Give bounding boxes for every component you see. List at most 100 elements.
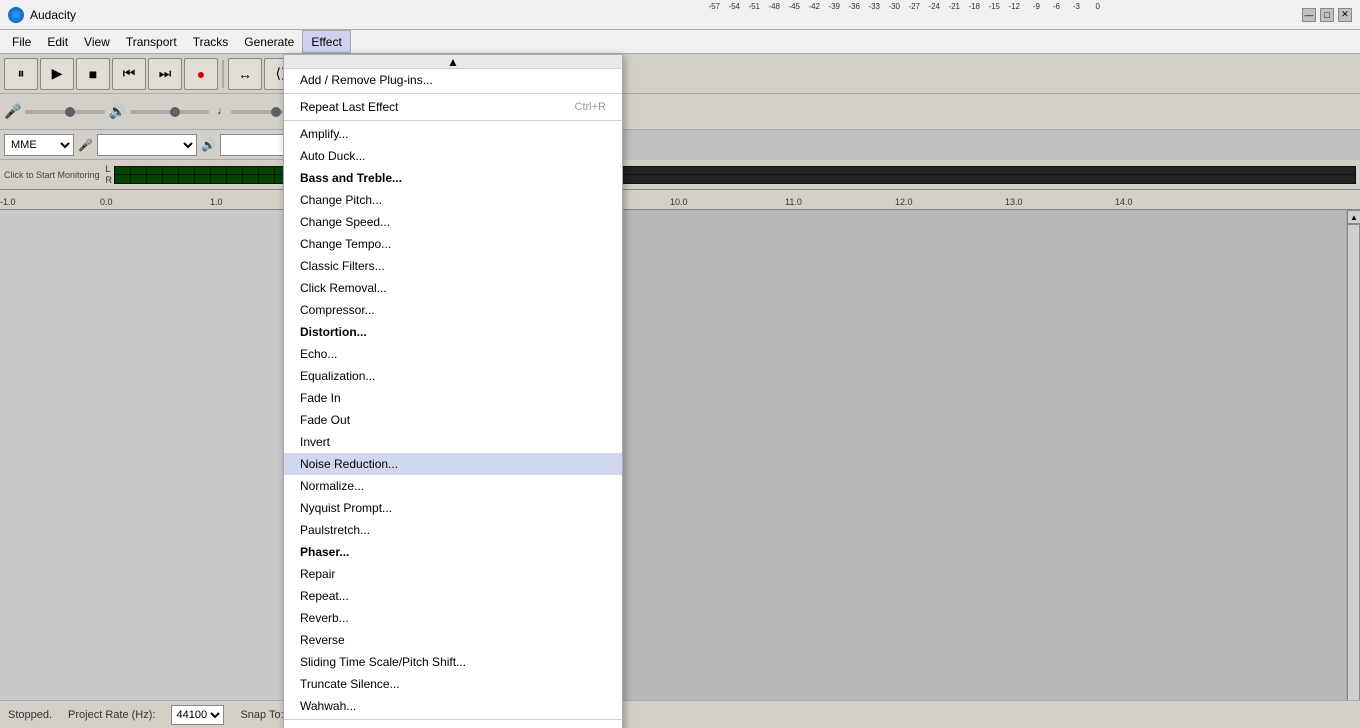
menu-transport[interactable]: Transport [118,30,185,53]
title-text: Audacity [30,8,1302,22]
effect-menu-echo[interactable]: Echo... [284,343,622,365]
track-controls-panel [0,210,330,716]
vu-cell [211,167,227,175]
input-device-select[interactable] [97,134,197,156]
menu-view[interactable]: View [76,30,118,53]
vu-cell [243,175,259,183]
vu-cell [147,175,163,183]
effect-menu-amplify[interactable]: Amplify... [284,123,622,145]
record-button[interactable]: ● [184,58,218,90]
menu-generate[interactable]: Generate [236,30,302,53]
input-level-slider[interactable] [25,110,104,114]
input-level-icon: 🎤 [4,103,21,120]
effect-menu-noise-reduction[interactable]: Noise Reduction... [284,453,622,475]
vu-cell [115,167,131,175]
vu-cell [195,167,211,175]
snap-to-label: Snap To: [240,709,283,721]
effect-menu-repeat[interactable]: Repeat... [284,585,622,607]
effect-menu-compressor[interactable]: Compressor... [284,299,622,321]
stop-button[interactable]: ■ [76,58,110,90]
toolbar-separator-1 [222,60,224,88]
effect-dropdown-menu: ▲ Add / Remove Plug-ins... Repeat Last E… [283,54,623,728]
vertical-scrollbar[interactable]: ▲ ▼ [1346,210,1360,716]
effect-menu-auto-duck[interactable]: Auto Duck... [284,145,622,167]
vu-cell [259,167,275,175]
app-icon [8,7,24,23]
menu-tracks[interactable]: Tracks [185,30,237,53]
effect-menu-fade-out[interactable]: Fade Out [284,409,622,431]
menu-effect[interactable]: Effect [302,30,350,53]
effect-menu-invert[interactable]: Invert [284,431,622,453]
menu-edit[interactable]: Edit [39,30,76,53]
vscroll-track[interactable] [1347,224,1360,702]
ruler-left-spacer: -1.0 0.0 1.0 2.0 [0,190,330,210]
ruler-tick-14: 14.0 [1115,197,1133,207]
output-level-slider[interactable] [130,110,209,114]
effect-menu-nyquist-prompt[interactable]: Nyquist Prompt... [284,497,622,519]
effect-menu-change-pitch[interactable]: Change Pitch... [284,189,622,211]
vu-cell [147,167,163,175]
menubar: File Edit View Transport Tracks Generate… [0,30,1360,54]
vu-cell [259,175,275,183]
effect-menu-reverb[interactable]: Reverb... [284,607,622,629]
window-controls: — □ ✕ [1302,8,1352,22]
project-rate-select[interactable]: 44100 [171,705,224,725]
maximize-button[interactable]: □ [1320,8,1334,22]
effect-menu-paulstretch[interactable]: Paulstretch... [284,519,622,541]
pause-button[interactable]: ⏸ [4,58,38,90]
device-toolbar: MME 🎤 🔊 [0,130,330,160]
effect-menu-normalize[interactable]: Normalize... [284,475,622,497]
effect-menu-wahwah[interactable]: Wahwah... [284,695,622,717]
effect-menu-distortion[interactable]: Distortion... [284,321,622,343]
effect-menu-sliding-time-scale[interactable]: Sliding Time Scale/Pitch Shift... [284,651,622,673]
minimize-button[interactable]: — [1302,8,1316,22]
vu-cell [195,175,211,183]
vscroll-up-button[interactable]: ▲ [1347,210,1360,224]
ruler-tick-12: 12.0 [895,197,913,207]
ruler-tick-10: 10.0 [670,197,688,207]
host-select[interactable]: MME [4,134,74,156]
play-button[interactable]: ▶ [40,58,74,90]
effect-menu-equalization[interactable]: Equalization... [284,365,622,387]
vu-cell [131,167,147,175]
effect-menu-bass-treble[interactable]: Bass and Treble... [284,167,622,189]
ruler-tick-0: 0.0 [100,197,113,207]
lr-label: LR [106,164,113,186]
statusbar: Stopped. Project Rate (Hz): 44100 Snap T… [0,700,1360,728]
effect-menu-add-remove[interactable]: Add / Remove Plug-ins... [284,69,622,91]
vu-cell [163,175,179,183]
effect-menu-fade-in[interactable]: Fade In [284,387,622,409]
effect-menu-truncate-silence[interactable]: Truncate Silence... [284,673,622,695]
effect-menu-change-tempo[interactable]: Change Tempo... [284,233,622,255]
shortcut-repeat: Ctrl+R [575,101,606,113]
vu-cell [243,167,259,175]
selection-tool[interactable]: ↔ [228,58,262,90]
effect-menu-repeat-last[interactable]: Repeat Last Effect Ctrl+R [284,96,622,118]
monitoring-label: Click to Start Monitoring [4,170,100,180]
effect-menu-4x4-pole[interactable]: 4 x 4 pole allpass... [284,722,622,728]
vu-cell [115,175,131,183]
project-rate-label: Project Rate (Hz): [68,709,155,721]
effect-menu-phaser[interactable]: Phaser... [284,541,622,563]
effect-menu-sep1 [284,93,622,94]
vu-cell [227,175,243,183]
dropdown-scroll-up[interactable]: ▲ [284,55,622,69]
vu-cell [227,167,243,175]
ruler-area: -1.0 0.0 1.0 2.0 7.0 8.0 9.0 10.0 11.0 1… [0,190,1360,210]
forward-button[interactable]: ⏭ [148,58,182,90]
effect-menu-reverse[interactable]: Reverse [284,629,622,651]
back-button[interactable]: ⏮ [112,58,146,90]
menu-file[interactable]: File [4,30,39,53]
vu-cell [211,175,227,183]
effect-menu-classic-filters[interactable]: Classic Filters... [284,255,622,277]
close-button[interactable]: ✕ [1338,8,1352,22]
effect-menu-repair[interactable]: Repair [284,563,622,585]
effect-menu-change-speed[interactable]: Change Speed... [284,211,622,233]
effect-menu-sep2 [284,120,622,121]
ruler-tick-1: 1.0 [210,197,223,207]
pitch-icon: ♩ [217,106,227,117]
vu-cell [179,175,195,183]
vu-meter-bar: Click to Start Monitoring LR [0,160,1360,190]
effect-menu-click-removal[interactable]: Click Removal... [284,277,622,299]
mic-icon: 🎤 [78,138,93,152]
